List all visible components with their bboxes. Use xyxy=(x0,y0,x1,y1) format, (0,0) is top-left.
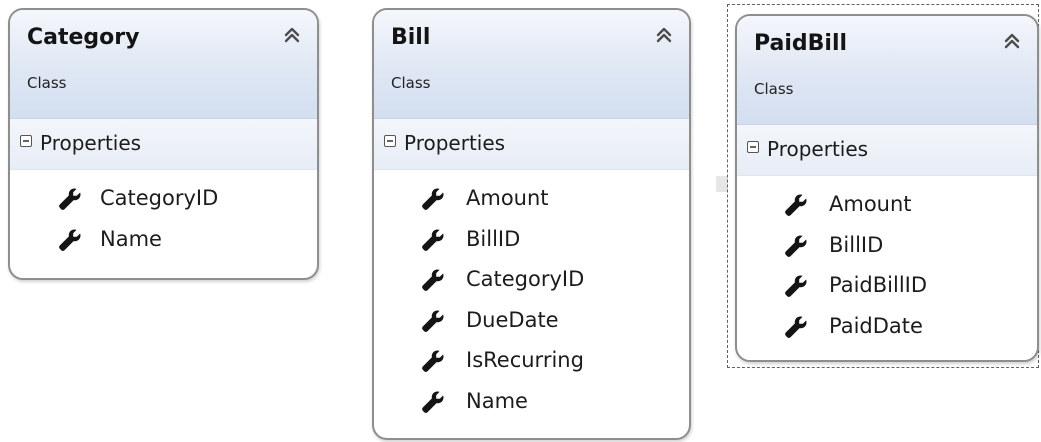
properties-compartment-header[interactable]: Properties xyxy=(374,119,689,170)
connector-stub xyxy=(716,176,728,192)
class-shape-bill[interactable]: Bill Class Properties Amount BillID Cate… xyxy=(372,8,691,440)
property-name: PaidBillID xyxy=(829,273,928,297)
property-name: DueDate xyxy=(466,307,559,332)
minus-box-icon[interactable] xyxy=(747,141,759,153)
property-row[interactable]: PaidBillID xyxy=(737,267,1037,308)
wrench-icon xyxy=(784,193,808,217)
property-name: Name xyxy=(100,226,162,251)
property-row[interactable]: Amount xyxy=(374,180,689,221)
compartment-label: Properties xyxy=(40,131,142,155)
property-row[interactable]: CategoryID xyxy=(10,180,317,221)
wrench-icon xyxy=(784,274,808,298)
properties-compartment-header[interactable]: Properties xyxy=(737,125,1037,176)
minus-box-icon[interactable] xyxy=(384,135,396,147)
class-shape-category[interactable]: Category Class Properties CategoryID Nam… xyxy=(8,8,319,280)
property-name: Amount xyxy=(829,192,912,216)
property-row[interactable]: Amount xyxy=(737,186,1037,227)
class-stereotype: Class xyxy=(391,74,431,92)
wrench-icon xyxy=(421,390,445,414)
property-list: Amount BillID CategoryID DueDate IsRecur… xyxy=(374,170,689,423)
wrench-icon xyxy=(58,228,82,252)
property-row[interactable]: Name xyxy=(374,383,689,424)
class-header[interactable]: Category Class xyxy=(10,10,317,119)
property-row[interactable]: BillID xyxy=(737,227,1037,268)
properties-compartment-header[interactable]: Properties xyxy=(10,119,317,170)
property-name: IsRecurring xyxy=(466,348,584,372)
double-chevron-up-icon[interactable] xyxy=(653,24,675,46)
property-name: Name xyxy=(466,388,528,413)
wrench-icon xyxy=(784,234,808,258)
wrench-icon xyxy=(58,187,82,211)
property-name: BillID xyxy=(466,226,521,251)
property-row[interactable]: Name xyxy=(10,221,317,262)
wrench-icon xyxy=(421,187,445,211)
property-row[interactable]: DueDate xyxy=(374,302,689,343)
property-row[interactable]: IsRecurring xyxy=(374,342,689,383)
compartment-label: Properties xyxy=(767,137,869,161)
property-name: BillID xyxy=(829,232,884,257)
class-name: PaidBill xyxy=(754,31,848,56)
property-list: CategoryID Name xyxy=(10,170,317,261)
compartment-label: Properties xyxy=(404,131,506,155)
property-name: PaidDate xyxy=(829,313,923,338)
double-chevron-up-icon[interactable] xyxy=(1001,30,1023,52)
wrench-icon xyxy=(421,309,445,333)
class-header[interactable]: Bill Class xyxy=(374,10,689,119)
property-name: Amount xyxy=(466,186,549,210)
property-row[interactable]: PaidDate xyxy=(737,308,1037,349)
minus-box-icon[interactable] xyxy=(20,135,32,147)
wrench-icon xyxy=(421,228,445,252)
class-stereotype: Class xyxy=(754,80,794,98)
wrench-icon xyxy=(421,349,445,373)
property-name: CategoryID xyxy=(100,186,219,210)
wrench-icon xyxy=(784,315,808,339)
class-shape-paidbill[interactable]: PaidBill Class Properties Amount BillID … xyxy=(735,14,1039,362)
class-stereotype: Class xyxy=(27,74,67,92)
class-header[interactable]: PaidBill Class xyxy=(737,16,1037,125)
property-row[interactable]: BillID xyxy=(374,221,689,262)
double-chevron-up-icon[interactable] xyxy=(281,24,303,46)
class-name: Bill xyxy=(391,25,431,50)
property-list: Amount BillID PaidBillID PaidDate xyxy=(737,176,1037,348)
property-row[interactable]: CategoryID xyxy=(374,261,689,302)
class-name: Category xyxy=(27,25,140,50)
wrench-icon xyxy=(421,268,445,292)
property-name: CategoryID xyxy=(466,267,585,291)
